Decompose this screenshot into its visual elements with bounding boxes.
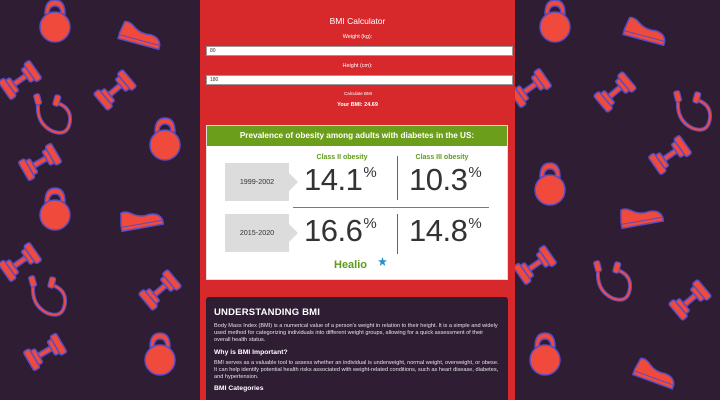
dumbbell-icon	[515, 244, 558, 286]
background-pattern-right	[515, 0, 720, 400]
dumbbell-icon	[22, 332, 68, 372]
dumbbell-icon	[137, 268, 183, 312]
background-pattern-left	[0, 0, 200, 400]
article-heading: UNDERSTANDING BMI	[214, 307, 321, 318]
period-label: 2015-2020	[225, 214, 298, 252]
kettlebell-icon	[144, 332, 176, 376]
sneaker-icon	[632, 356, 680, 390]
obesity-prevalence-infographic: Prevalence of obesity among adults with …	[206, 125, 508, 280]
stat-value: 14.8%	[409, 213, 482, 248]
column-divider	[397, 156, 398, 200]
class-3-header: Class III obesity	[415, 154, 469, 161]
sneaker-icon	[622, 15, 670, 47]
dumbbell-icon	[667, 278, 713, 322]
star-icon	[378, 257, 387, 266]
why-heading: Why is BMI Important?	[214, 348, 288, 356]
period-label: 1999-2002	[225, 163, 298, 201]
height-input[interactable]	[206, 75, 513, 85]
dumbbell-icon	[92, 68, 138, 112]
stat-value: 16.6%	[304, 213, 377, 248]
kettlebell-icon	[529, 332, 561, 376]
sneaker-icon	[117, 19, 165, 51]
kettlebell-icon	[149, 117, 181, 161]
stat-value: 14.1%	[304, 162, 377, 197]
kettlebell-icon	[534, 162, 566, 206]
sneaker-icon	[118, 204, 165, 233]
sneaker-icon	[618, 201, 665, 230]
dumbbell-icon	[592, 70, 638, 114]
weight-label: Weight (kg):	[342, 34, 373, 40]
jump-rope-icon	[671, 82, 716, 137]
class-2-header: Class II obesity	[316, 154, 368, 161]
understanding-bmi-panel: UNDERSTANDING BMI Body Mass Index (BMI) …	[206, 297, 508, 400]
kettlebell-icon	[39, 187, 71, 231]
why-text: BMI serves as a valuable tool to assess …	[214, 359, 499, 381]
kettlebell-icon	[39, 0, 71, 43]
weight-input[interactable]	[206, 46, 513, 56]
infographic-title: Prevalence of obesity among adults with …	[207, 126, 507, 146]
article-intro: Body Mass Index (BMI) is a numerical val…	[214, 323, 498, 344]
calculate-bmi-button[interactable]: Calculate BMI	[340, 90, 376, 97]
calculator-title: BMI Calculator	[329, 16, 386, 26]
height-label: Height (cm):	[342, 63, 373, 69]
column-divider	[397, 214, 398, 254]
kettlebell-icon	[539, 0, 571, 43]
dumbbell-icon	[515, 67, 553, 109]
stat-value: 10.3%	[409, 162, 482, 197]
healio-logo: Healio	[334, 259, 368, 271]
jump-rope-icon	[31, 85, 76, 140]
dumbbell-icon	[0, 241, 43, 283]
dumbbell-icon	[647, 134, 693, 176]
row-divider	[293, 207, 489, 208]
bmi-result: Your BMI: 24.69	[337, 102, 378, 108]
categories-heading: BMI Categories	[214, 385, 264, 393]
jump-rope-icon	[591, 252, 636, 307]
dumbbell-icon	[17, 142, 63, 182]
jump-rope-icon	[26, 267, 71, 322]
main-content: BMI Calculator Weight (kg): Height (cm):…	[200, 0, 515, 400]
